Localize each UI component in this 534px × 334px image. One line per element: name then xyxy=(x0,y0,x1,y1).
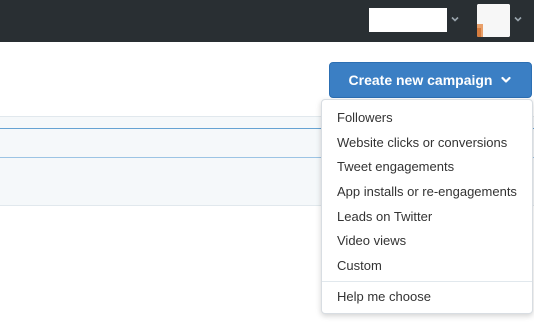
chevron-down-icon[interactable] xyxy=(512,13,524,25)
menu-item-help-me-choose[interactable]: Help me choose xyxy=(337,289,431,305)
chevron-down-icon xyxy=(501,76,512,83)
campaign-objective-menu: Followers Website clicks or conversions … xyxy=(321,99,533,314)
menu-item-video-views[interactable]: Video views xyxy=(337,233,406,249)
menu-item-website-clicks[interactable]: Website clicks or conversions xyxy=(337,135,507,151)
menu-item-followers[interactable]: Followers xyxy=(337,110,393,126)
avatar[interactable] xyxy=(477,4,510,37)
chevron-down-icon[interactable] xyxy=(449,13,461,25)
top-navigation-bar xyxy=(0,0,534,42)
account-name-box[interactable] xyxy=(369,8,447,32)
menu-item-leads[interactable]: Leads on Twitter xyxy=(337,209,432,225)
menu-item-custom[interactable]: Custom xyxy=(337,258,382,274)
avatar-image xyxy=(477,4,510,37)
menu-divider xyxy=(322,281,532,282)
create-new-campaign-button[interactable]: Create new campaign xyxy=(329,62,532,98)
menu-item-tweet-engagements[interactable]: Tweet engagements xyxy=(337,159,454,175)
menu-item-app-installs[interactable]: App installs or re-engagements xyxy=(337,184,517,200)
create-new-campaign-label: Create new campaign xyxy=(348,72,493,88)
